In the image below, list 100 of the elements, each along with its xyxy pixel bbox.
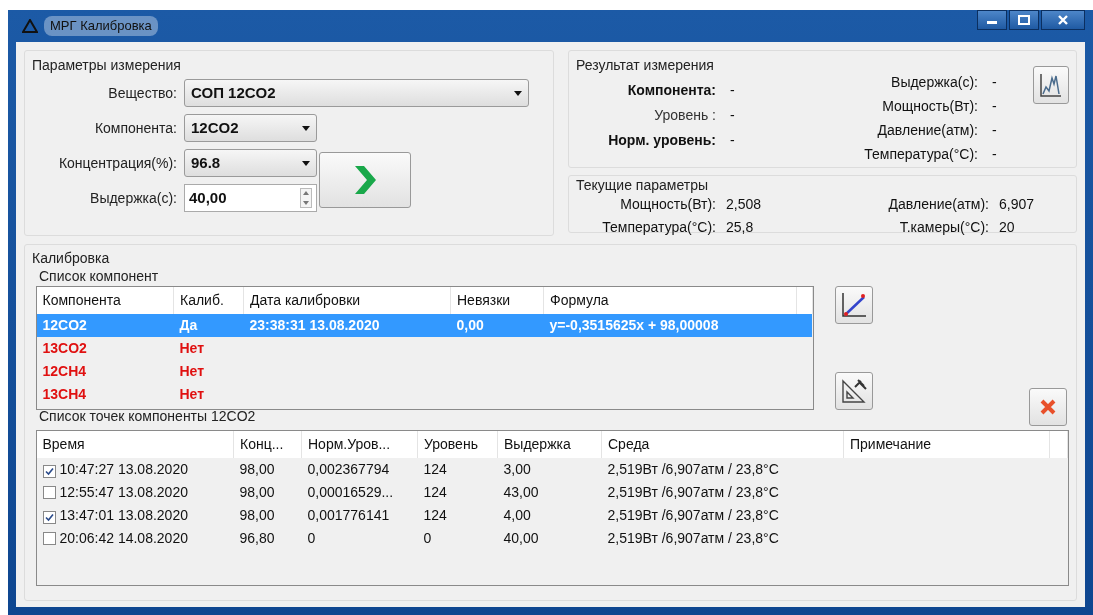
param-value: 25,8	[726, 218, 755, 237]
start-button[interactable]	[319, 152, 411, 208]
field-label: Вещество:	[107, 83, 177, 103]
table-cell: 96,80	[239, 529, 275, 546]
group-title: Текущие параметры	[576, 178, 709, 192]
table-cell: 98,00	[239, 483, 275, 500]
column-header[interactable]: Дата калибровки	[243, 287, 451, 314]
column-header[interactable]: Время	[36, 430, 234, 458]
column-header[interactable]: Конц...	[233, 430, 302, 458]
result-label: Норм. уровень:	[607, 131, 716, 150]
column-header[interactable]: Выдержка	[497, 430, 602, 458]
table-cell: 12CO2	[42, 317, 87, 333]
field-label: Компонента:	[93, 118, 177, 138]
table-cell: 2,519Вт /6,907атм / 23,8°С	[607, 460, 779, 477]
table-cell: 20:06:42 14.08.2020	[59, 529, 188, 546]
list-row[interactable]: 12CH4 Нет	[36, 360, 812, 383]
column-header[interactable]: Компонента	[36, 287, 174, 314]
table-cell: 13:47:01 13.08.2020	[59, 506, 188, 523]
group-title: Калибровка	[32, 250, 111, 265]
list-row[interactable]: 13CO2 Нет	[36, 337, 812, 360]
table-cell: 124	[423, 460, 447, 477]
list-row[interactable]: 13CH4 Нет	[36, 383, 812, 406]
column-header[interactable]: Среда	[601, 430, 844, 458]
chart-button[interactable]	[1033, 66, 1069, 104]
spinner-arrows-icon[interactable]	[300, 188, 312, 208]
table-cell: 2,519Вт /6,907атм / 23,8°С	[607, 506, 779, 523]
column-header[interactable]: Формула	[543, 287, 797, 314]
maximize-icon	[1018, 15, 1030, 25]
table-cell: 0,00	[456, 317, 484, 333]
result-value: -	[730, 106, 735, 125]
close-icon	[1058, 15, 1068, 25]
table-cell: 98,00	[239, 506, 275, 523]
param-value: 6,907	[999, 195, 1036, 214]
table-cell: 0,001776141	[307, 506, 390, 523]
param-label: Температура(°С):	[601, 218, 717, 237]
checkbox[interactable]	[42, 464, 56, 478]
table-cell: 124	[423, 506, 447, 523]
table-cell: 2,519Вт /6,907атм / 23,8°С	[607, 529, 779, 546]
table-cell: 0,002367794	[307, 460, 390, 477]
result-value: -	[992, 97, 998, 116]
param-value: 2,508	[726, 195, 763, 214]
result-label: Давление(атм):	[876, 121, 978, 140]
result-label: Компонента:	[626, 81, 716, 100]
ruler-hammer-icon	[839, 377, 868, 405]
minimize-button[interactable]	[977, 10, 1007, 30]
tools-button[interactable]	[834, 372, 873, 410]
table-cell: y=-0,3515625x + 98,00008	[549, 317, 719, 333]
maximize-button[interactable]	[1009, 10, 1039, 30]
table-cell: 12CH4	[42, 363, 87, 379]
plot-button[interactable]	[834, 286, 873, 324]
delete-button[interactable]	[1029, 388, 1067, 426]
table-cell: 12:55:47 13.08.2020	[59, 483, 188, 500]
column-header[interactable]: Уровень	[417, 430, 498, 458]
column-header[interactable]: Примечание	[843, 430, 1050, 458]
result-label: Уровень :	[653, 106, 716, 125]
delete-icon	[1039, 398, 1057, 416]
chevron-right-icon	[352, 163, 378, 197]
column-header[interactable]: Калиб.	[173, 287, 244, 314]
field-label: Выдержка(с):	[89, 188, 177, 208]
result-value: -	[730, 81, 735, 100]
param-label: Т.камеры(°С):	[898, 218, 990, 237]
group-title: Параметры измерения	[32, 58, 182, 72]
table-cell: Нет	[179, 340, 205, 356]
result-value: -	[992, 145, 998, 164]
table-cell: 23:38:31 13.08.2020	[249, 317, 380, 333]
checkbox[interactable]	[42, 531, 56, 545]
dropdown[interactable]: 96.8	[184, 149, 317, 177]
table-cell: 0	[423, 529, 432, 546]
table-cell: 13CO2	[42, 340, 87, 356]
table-cell: 98,00	[239, 460, 275, 477]
dropdown[interactable]: 12CO2	[184, 114, 317, 142]
table-cell: 10:47:27 13.08.2020	[59, 460, 188, 477]
column-header[interactable]: Невязки	[450, 287, 544, 314]
dropdown[interactable]: СОП 12CO2	[184, 79, 529, 107]
table-cell: 40,00	[503, 529, 539, 546]
close-button[interactable]	[1041, 10, 1085, 30]
list-title: Список компонент	[39, 268, 160, 283]
table-cell: 124	[423, 483, 447, 500]
column-header[interactable]: Норм.Уров...	[301, 430, 418, 458]
table-cell: Нет	[179, 363, 205, 379]
window-title: МРГ Калибровка	[44, 16, 158, 36]
line-graph-icon	[839, 291, 868, 319]
table-cell: 0,00016529...	[307, 483, 394, 500]
table-cell: Да	[179, 317, 198, 333]
result-value: -	[992, 121, 998, 140]
app-icon	[22, 19, 38, 33]
caret-icon	[302, 125, 310, 131]
checkbox[interactable]	[42, 510, 56, 524]
table-cell: 0	[307, 529, 316, 546]
table-cell: 2,519Вт /6,907атм / 23,8°С	[607, 483, 779, 500]
result-value: -	[730, 131, 735, 150]
checkbox[interactable]	[42, 485, 56, 499]
list-title: Список точек компоненты 12CO2	[39, 408, 256, 423]
spin-field[interactable]: 40,00	[184, 184, 317, 212]
table-cell: 43,00	[503, 483, 539, 500]
table-cell: Нет	[179, 386, 205, 402]
result-label: Мощность(Вт):	[881, 97, 978, 116]
field-label: Концентрация(%):	[57, 153, 177, 173]
param-label: Мощность(Вт):	[619, 195, 717, 214]
param-value: 20	[999, 218, 1016, 237]
